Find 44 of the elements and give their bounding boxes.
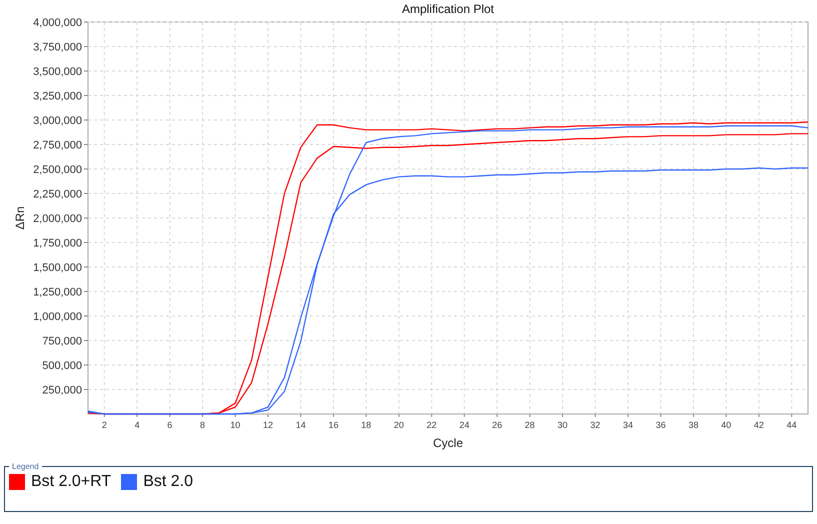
y-tick-label: 1,000,000 (33, 311, 82, 323)
x-tick-label: 18 (361, 420, 372, 430)
y-tick-label: 3,750,000 (33, 42, 82, 54)
x-tick-label: 4 (134, 420, 140, 430)
y-axis-label: ΔRn (13, 206, 27, 230)
y-tick-label: 1,750,000 (33, 238, 82, 250)
y-tick-label: 750,000 (42, 336, 82, 348)
y-tick-label: 3,500,000 (33, 66, 82, 78)
x-tick-label: 42 (754, 420, 764, 430)
y-tick-label: 1,250,000 (33, 286, 82, 298)
x-tick-label: 32 (590, 420, 600, 430)
x-tick-label: 44 (786, 420, 797, 430)
x-tick-label: 20 (394, 420, 404, 430)
x-tick-label: 2 (102, 420, 107, 430)
y-tick-label: 2,250,000 (33, 188, 82, 200)
x-tick-label: 8 (200, 420, 206, 430)
y-tick-label: 3,250,000 (33, 90, 82, 102)
x-tick-label: 30 (558, 420, 568, 430)
legend-title: Legend (11, 462, 40, 471)
x-tick-label: 36 (656, 420, 666, 430)
x-tick-label: 28 (524, 420, 535, 430)
y-tick-label: 250,000 (42, 384, 82, 396)
y-tick-label: 2,500,000 (33, 164, 82, 176)
legend-label: Bst 2.0+RT (31, 473, 112, 491)
x-tick-label: 24 (459, 420, 470, 430)
x-tick-label: 40 (721, 420, 732, 430)
y-tick-label: 3,000,000 (33, 115, 82, 127)
x-tick-label: 6 (167, 420, 172, 430)
y-tick-label: 500,000 (42, 360, 82, 372)
y-tick-label: 4,000,000 (33, 17, 82, 29)
x-tick-label: 10 (230, 420, 240, 430)
x-tick-label: 22 (426, 420, 437, 430)
x-tick-label: 12 (263, 420, 273, 430)
x-tick-label: 14 (296, 420, 306, 430)
y-tick-label: 2,000,000 (33, 213, 82, 225)
chart-title: Amplification Plot (402, 2, 494, 16)
x-tick-label: 38 (688, 420, 698, 430)
legend-label: Bst 2.0 (143, 473, 193, 491)
y-tick-label: 2,750,000 (33, 140, 82, 152)
x-tick-label: 34 (623, 420, 633, 430)
x-tick-label: 16 (328, 420, 338, 430)
x-tick-label: 26 (492, 420, 502, 430)
x-axis-label: Cycle (433, 436, 463, 450)
y-tick-label: 1,500,000 (33, 262, 82, 274)
